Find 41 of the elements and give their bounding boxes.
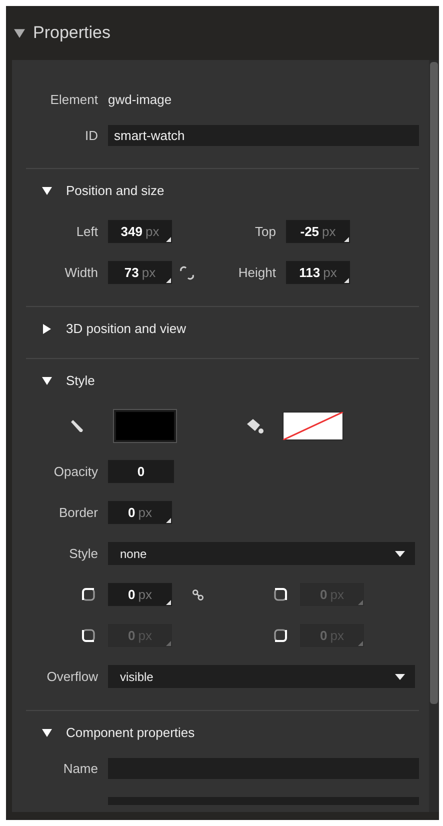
id-field[interactable]: smart-watch <box>108 125 419 146</box>
field-label: Style <box>68 546 99 561</box>
section-header[interactable]: Component properties <box>12 711 419 740</box>
field-label: Width <box>64 265 99 280</box>
corner-radius-icon <box>273 628 288 643</box>
field-label: Border <box>58 505 99 520</box>
opacity-field[interactable]: 0 <box>108 460 174 483</box>
border-style-dropdown[interactable]: none <box>108 542 415 565</box>
section-header[interactable]: Style <box>12 359 419 388</box>
corner-radius-field[interactable]: 0 px <box>108 583 172 606</box>
number-field[interactable]: 73 px <box>108 261 172 284</box>
pencil-icon <box>69 418 85 434</box>
field-label: Opacity <box>52 464 99 479</box>
number-field[interactable]: 113 px <box>286 261 350 284</box>
unlinked-chain-icon[interactable] <box>179 264 195 280</box>
scrollbar[interactable] <box>429 60 439 812</box>
overflow-dropdown[interactable]: visible <box>108 665 415 688</box>
number-field[interactable]: 349 px <box>108 220 172 243</box>
caret-icon <box>395 550 405 556</box>
border-width-field[interactable]: 0 px <box>108 501 172 524</box>
field-label: Name <box>62 761 99 776</box>
corner-radius-icon <box>81 628 96 643</box>
field-label: Overflow <box>46 669 99 684</box>
corner-radius-icon <box>81 587 96 602</box>
panel-title: Properties <box>33 23 110 43</box>
stroke-color-swatch[interactable] <box>114 410 176 442</box>
section-header[interactable]: 3D position and view <box>12 307 419 336</box>
field-label: Left <box>75 224 99 239</box>
field-label: Top <box>254 224 277 239</box>
field-label: ID <box>84 128 99 143</box>
scrollbar-thumb[interactable] <box>430 62 438 704</box>
chain-icon[interactable] <box>191 588 205 602</box>
panel-header[interactable]: Properties <box>6 6 439 60</box>
section-header[interactable]: Position and size <box>12 169 419 198</box>
corner-radius-icon <box>273 587 288 602</box>
field-label: Element <box>49 92 99 107</box>
field-label: Height <box>237 265 277 280</box>
fill-swatch[interactable] <box>283 412 343 440</box>
number-field[interactable]: -25 px <box>286 220 350 243</box>
element-value: gwd-image <box>108 92 172 107</box>
caret-icon <box>395 674 405 680</box>
